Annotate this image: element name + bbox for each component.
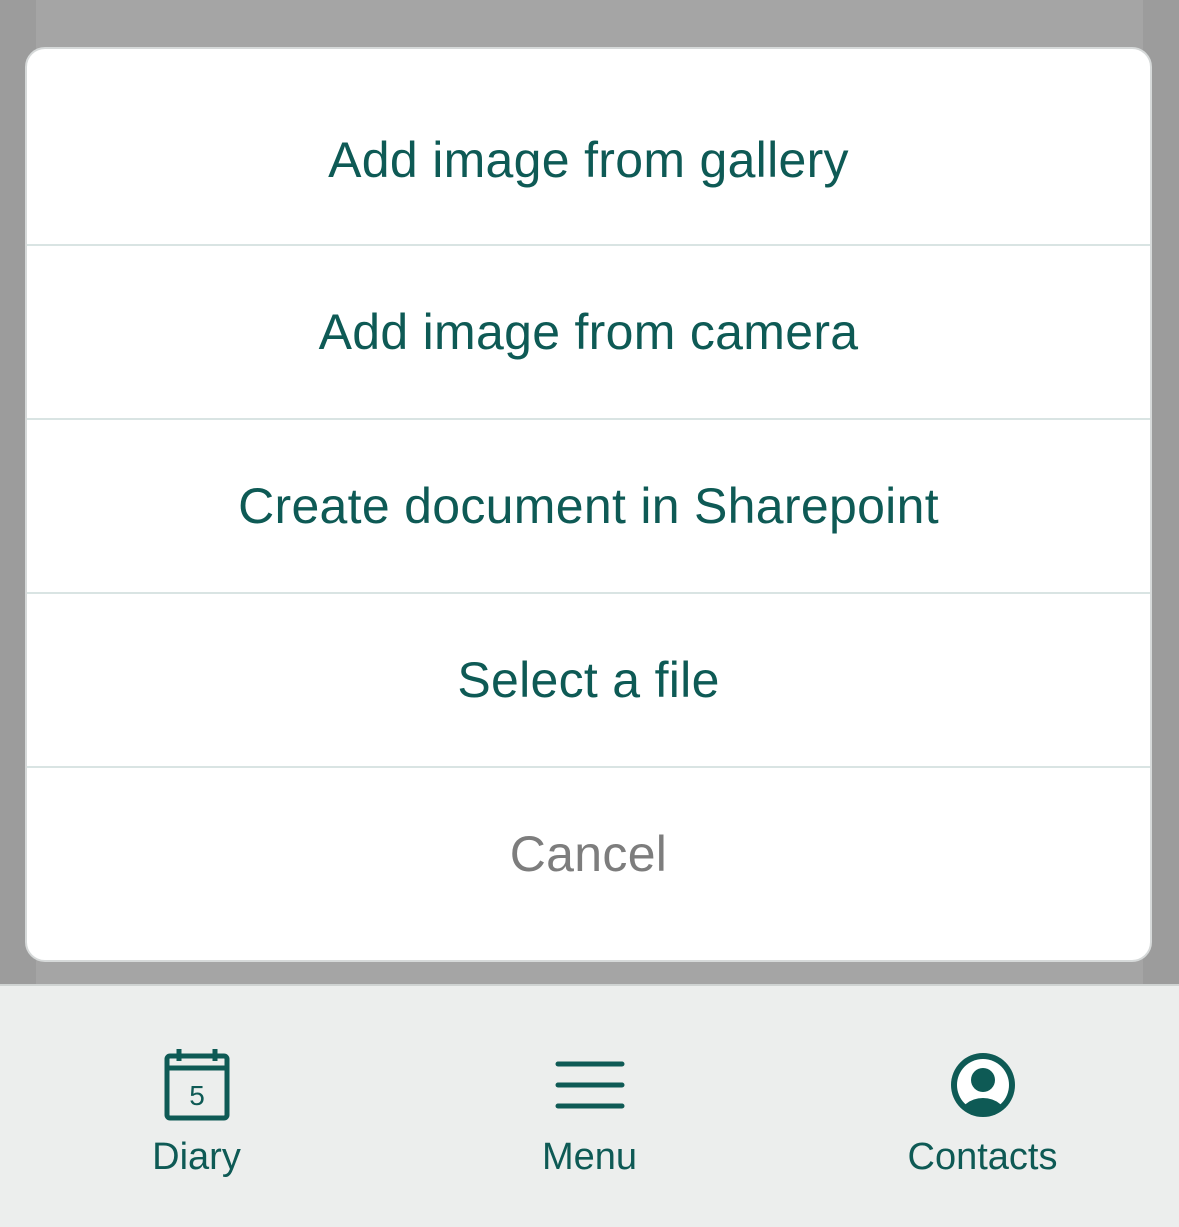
screen: Add image from gallery Add image from ca… <box>0 0 1179 1227</box>
tab-diary-label: Diary <box>152 1136 241 1178</box>
action-sheet: Add image from gallery Add image from ca… <box>25 47 1152 962</box>
cancel-button[interactable]: Cancel <box>27 768 1150 960</box>
add-image-from-gallery-button[interactable]: Add image from gallery <box>27 49 1150 246</box>
hamburger-menu-icon <box>555 1061 624 1109</box>
bottom-tab-bar: 5 Diary Menu Contacts <box>0 984 1179 1227</box>
add-image-from-camera-button[interactable]: Add image from camera <box>27 246 1150 420</box>
tab-menu-label: Menu <box>541 1136 638 1178</box>
tab-contacts[interactable]: Contacts <box>786 986 1179 1227</box>
tab-diary[interactable]: 5 Diary <box>0 986 393 1227</box>
select-a-file-button[interactable]: Select a file <box>27 594 1150 768</box>
tab-contacts-label: Contacts <box>907 1136 1058 1178</box>
user-circle-icon <box>950 1053 1015 1117</box>
create-document-in-sharepoint-button[interactable]: Create document in Sharepoint <box>27 420 1150 594</box>
calendar-icon: 5 <box>164 1049 229 1121</box>
tab-menu[interactable]: Menu <box>393 986 786 1227</box>
calendar-day-number: 5 <box>189 1080 205 1111</box>
